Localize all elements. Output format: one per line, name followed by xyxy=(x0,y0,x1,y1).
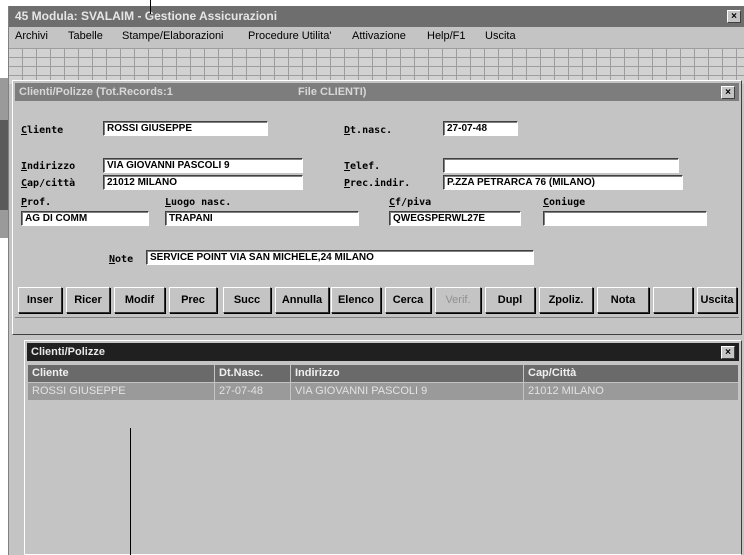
cf-piva-field[interactable]: QWEGSPERWL27E xyxy=(389,211,521,226)
list-header: Cliente Dt.Nasc. Indirizzo Cap/Città xyxy=(28,365,738,382)
label-luogo-nasc: Luogo nasc. xyxy=(165,197,232,208)
blank-button[interactable] xyxy=(653,287,693,313)
zpoliz-button[interactable]: Zpoliz. xyxy=(539,287,593,313)
cap-citta-field[interactable]: 21012 MILANO xyxy=(103,175,303,190)
close-icon[interactable]: × xyxy=(721,86,735,99)
toolbar-grid xyxy=(9,48,744,84)
table-row[interactable]: ROSSI GIUSEPPE 27-07-48 VIA GIOVANNI PAS… xyxy=(28,383,738,400)
status-bar xyxy=(15,317,739,332)
list-title: Clienti/Polizze xyxy=(31,346,105,358)
cell-indirizzo: VIA GIOVANNI PASCOLI 9 xyxy=(291,383,524,400)
label-coniuge: Coniuge xyxy=(543,197,586,208)
close-icon[interactable]: × xyxy=(721,346,735,359)
cell-dt-nasc: 27-07-48 xyxy=(215,383,291,400)
column-header-indirizzo[interactable]: Indirizzo xyxy=(291,365,524,382)
dupl-button[interactable]: Dupl xyxy=(485,287,535,313)
menu-help[interactable]: Help/F1 xyxy=(427,30,466,42)
uscita-button[interactable]: Uscita xyxy=(697,287,737,313)
menu-bar: Archivi Tabelle Stampe/Elaborazioni Proc… xyxy=(9,27,744,47)
dialog-title-bar: Clienti/Polizze (Tot.Records:1 File CLIE… xyxy=(15,83,739,101)
cerca-button[interactable]: Cerca xyxy=(385,287,431,313)
app-title: 45 Modula: SVALAIM - Gestione Assicurazi… xyxy=(15,9,278,23)
elenco-button[interactable]: Elenco xyxy=(331,287,381,313)
label-dt-nasc: Dt.nasc. xyxy=(344,125,393,136)
inser-button[interactable]: Inser xyxy=(18,287,62,313)
label-prof: Prof. xyxy=(21,197,52,208)
menu-uscita[interactable]: Uscita xyxy=(485,30,516,42)
label-cf-piva: Cf/piva xyxy=(389,197,432,208)
cell-cliente: ROSSI GIUSEPPE xyxy=(28,383,215,400)
cell-cap-citta: 21012 MILANO xyxy=(528,385,604,397)
indirizzo-field[interactable]: VIA GIOVANNI PASCOLI 9 xyxy=(103,158,303,173)
dialog-file-label: File CLIENTI) xyxy=(298,86,367,98)
cliente-field[interactable]: ROSSI GIUSEPPE xyxy=(103,121,268,136)
label-cliente: Cliente xyxy=(21,125,64,136)
column-header-cliente[interactable]: Cliente xyxy=(28,365,215,382)
note-field[interactable]: SERVICE POINT VIA SAN MICHELE,24 MILANO xyxy=(146,250,534,265)
nota-button[interactable]: Nota xyxy=(597,287,649,313)
label-prec-indir: Prec.indir. xyxy=(344,178,411,189)
background-window-edge-dark xyxy=(0,120,8,210)
menu-archivi[interactable]: Archivi xyxy=(15,30,48,42)
luogo-nasc-field[interactable]: TRAPANI xyxy=(165,211,359,226)
column-header-dt-nasc[interactable]: Dt.Nasc. xyxy=(215,365,291,382)
annulla-button[interactable]: Annulla xyxy=(275,287,329,313)
menu-attivazione[interactable]: Attivazione xyxy=(352,30,406,42)
app-title-bar: 45 Modula: SVALAIM - Gestione Assicurazi… xyxy=(9,6,744,27)
telef-field[interactable] xyxy=(443,158,679,173)
label-telef: Telef. xyxy=(344,161,381,172)
modif-button[interactable]: Modif xyxy=(114,287,165,313)
column-header-cap-citta[interactable]: Cap/Città xyxy=(524,365,740,382)
prof-field[interactable]: AG DI COMM xyxy=(21,211,149,226)
clienti-polizze-dialog: Clienti/Polizze (Tot.Records:1 File CLIE… xyxy=(12,80,742,335)
verif-button[interactable]: Verif. xyxy=(435,287,481,313)
annotation-line-bottom xyxy=(130,428,131,555)
label-note: Note xyxy=(109,254,134,265)
label-cap-citta: Cap/città xyxy=(21,178,76,189)
prec-indir-field[interactable]: P.ZZA PETRARCA 76 (MILANO) xyxy=(443,175,683,190)
annotation-line-top xyxy=(150,0,151,14)
prec-button[interactable]: Prec xyxy=(169,287,217,313)
coniuge-field[interactable] xyxy=(543,211,707,226)
close-icon[interactable]: × xyxy=(727,10,741,23)
menu-stampe-elaborazioni[interactable]: Stampe/Elaborazioni xyxy=(122,30,224,42)
label-indirizzo: Indirizzo xyxy=(21,161,76,172)
menu-tabelle[interactable]: Tabelle xyxy=(68,30,103,42)
clienti-polizze-list-window: Clienti/Polizze × Cliente Dt.Nasc. Indir… xyxy=(24,340,742,555)
succ-button[interactable]: Succ xyxy=(223,287,271,313)
list-title-bar: Clienti/Polizze × xyxy=(27,343,739,361)
dialog-title: Clienti/Polizze (Tot.Records:1 xyxy=(19,86,173,98)
ricer-button[interactable]: Ricer xyxy=(66,287,110,313)
menu-procedure-utilita[interactable]: Procedure Utilita' xyxy=(248,30,331,42)
dt-nasc-field[interactable]: 27-07-48 xyxy=(443,121,518,136)
